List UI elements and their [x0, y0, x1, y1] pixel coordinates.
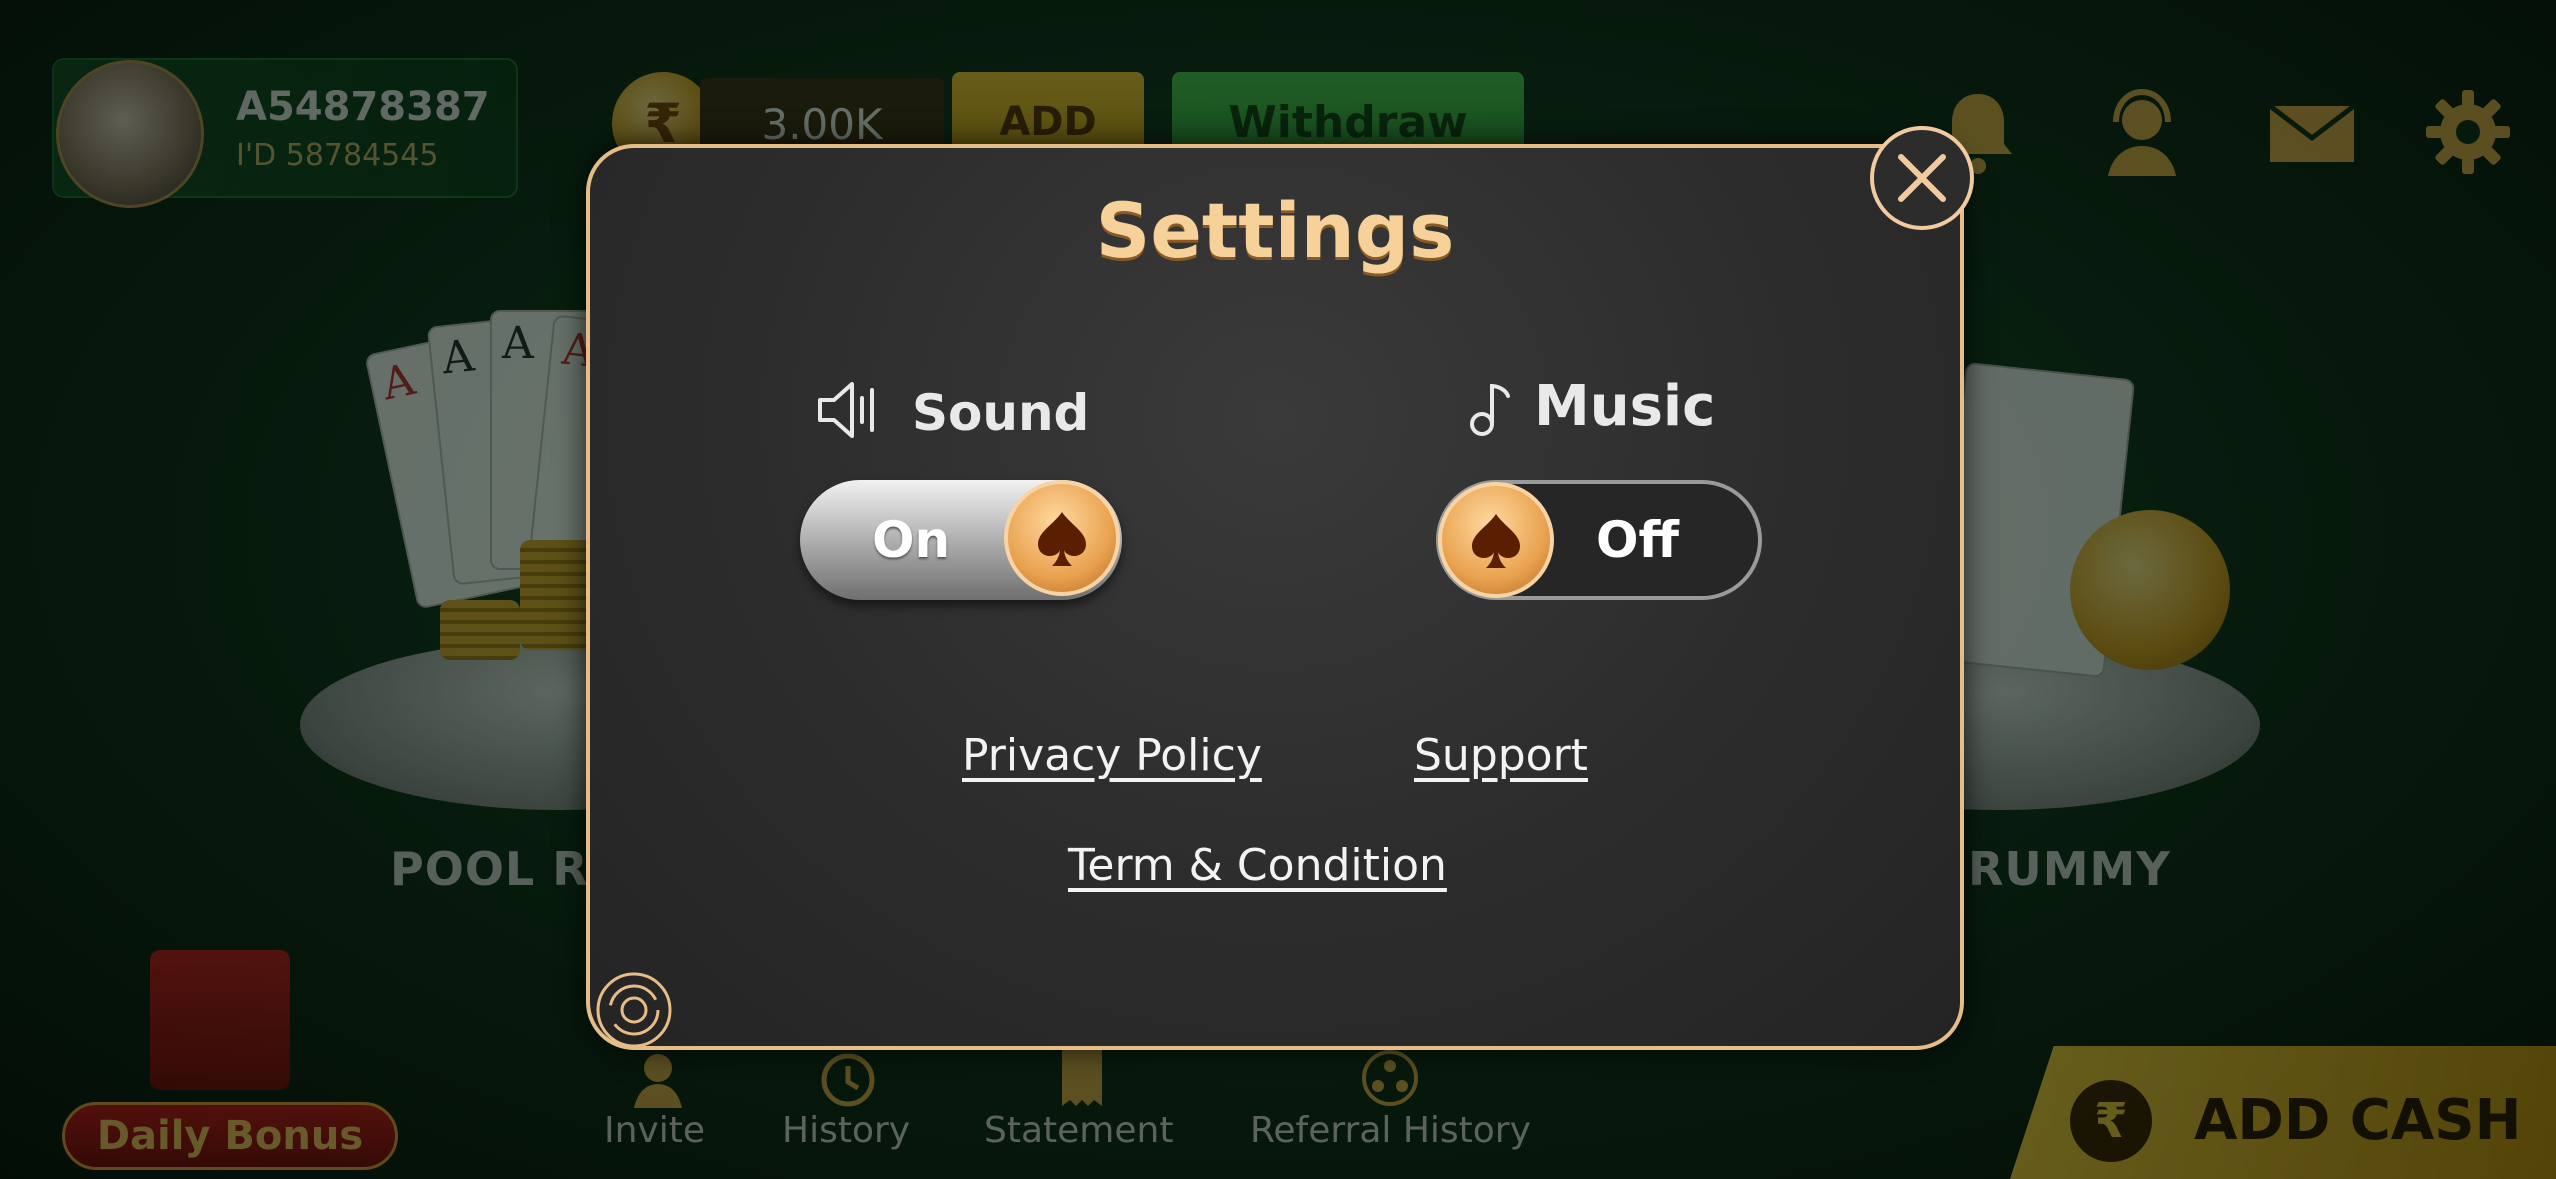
music-label: Music — [1534, 374, 1716, 439]
sound-label: Sound — [912, 384, 1090, 442]
support-link[interactable]: Support — [1414, 730, 1588, 781]
music-toggle-knob[interactable] — [1438, 482, 1554, 598]
privacy-policy-link[interactable]: Privacy Policy — [962, 730, 1262, 781]
sound-toggle[interactable]: On — [800, 480, 1122, 600]
music-note-icon — [1470, 383, 1510, 436]
sound-toggle-state: On — [872, 511, 951, 569]
settings-modal — [586, 144, 1964, 1050]
terms-link[interactable]: Term & Condition — [1068, 840, 1447, 891]
close-icon — [1898, 154, 1946, 202]
corner-ornament-icon — [596, 972, 672, 1048]
spade-icon — [1038, 512, 1086, 566]
modal-title: Settings — [1095, 186, 1455, 275]
speaker-icon — [818, 382, 874, 438]
music-toggle-state: Off — [1596, 511, 1680, 569]
close-button[interactable] — [1870, 126, 1974, 230]
sound-toggle-knob[interactable] — [1004, 480, 1120, 596]
spade-icon — [1472, 514, 1520, 568]
music-toggle[interactable]: Off — [1436, 480, 1762, 600]
